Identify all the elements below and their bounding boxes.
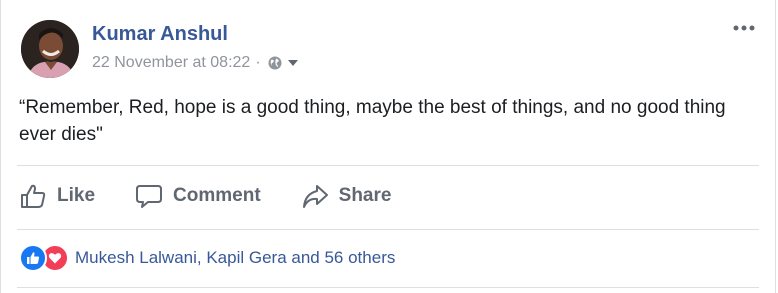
divider: [17, 229, 759, 230]
globe-icon[interactable]: [267, 55, 283, 71]
share-label: Share: [338, 185, 392, 206]
post-meta: 22 November at 08:22 ·: [92, 54, 299, 72]
divider: [17, 165, 759, 166]
reactors-text[interactable]: Mukesh Lalwani, Kapil Gera and 56 others: [75, 248, 395, 268]
comment-icon: [135, 182, 163, 210]
more-options-button[interactable]: [731, 18, 757, 38]
reaction-icons: [19, 244, 69, 272]
audience-dropdown-icon[interactable]: [287, 57, 299, 69]
divider: [17, 287, 759, 288]
reactions-summary[interactable]: Mukesh Lalwani, Kapil Gera and 56 others: [19, 244, 395, 272]
post-timestamp[interactable]: 22 November at 08:22: [92, 54, 250, 72]
avatar-photo: [21, 20, 79, 78]
comment-button[interactable]: Comment: [135, 182, 261, 210]
comment-label: Comment: [173, 185, 261, 206]
like-button[interactable]: Like: [19, 182, 95, 210]
action-bar: Like Comment Share: [19, 178, 391, 214]
thumbs-up-icon: [19, 182, 47, 210]
post-text: “Remember, Red, hope is a good thing, ma…: [19, 97, 726, 145]
author-name[interactable]: Kumar Anshul: [92, 23, 228, 46]
post-card: Kumar Anshul 22 November at 08:22 · “Rem…: [0, 0, 776, 293]
meta-separator: ·: [255, 54, 261, 71]
avatar[interactable]: [21, 20, 79, 78]
like-reaction-icon: [19, 244, 47, 272]
more-icon: [733, 25, 755, 31]
share-button[interactable]: Share: [301, 182, 392, 210]
share-icon: [301, 182, 329, 210]
like-label: Like: [57, 185, 96, 206]
